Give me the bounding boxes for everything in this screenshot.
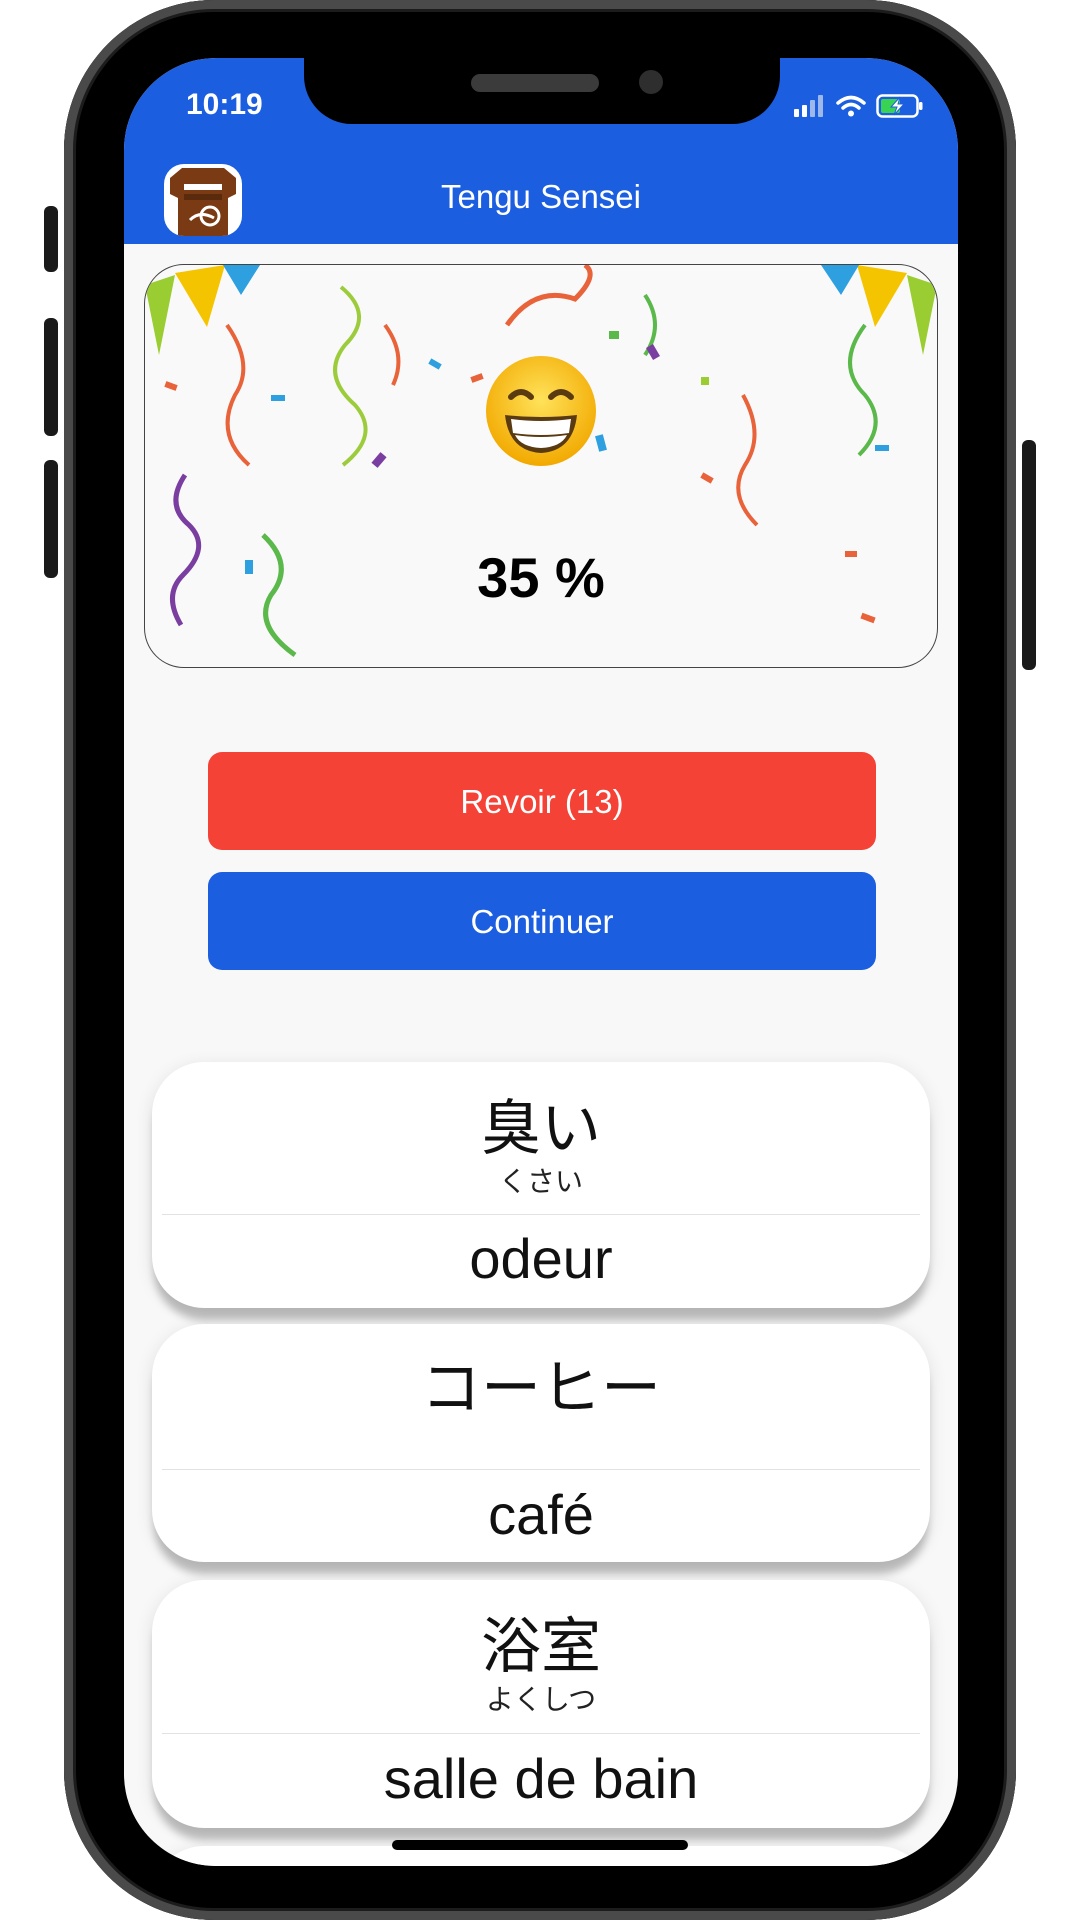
word-reading: くさい [498,1165,583,1198]
result-card: 35 % [144,264,938,668]
phone-volume-down-button [44,460,58,578]
status-icons [794,94,924,118]
word-card[interactable]: 浴室 よくしつ salle de bain [152,1580,930,1828]
score-percentage: 35 % [477,546,605,609]
word-card[interactable]: 臭い くさい odeur [152,1062,930,1308]
card-divider [162,1214,920,1215]
battery-charging-icon [876,94,923,118]
word-translation: café [488,1483,594,1546]
phone-power-button [1022,440,1036,670]
word-card[interactable]: コーヒー café [152,1324,930,1562]
continue-button[interactable]: Continuer [208,872,876,970]
card-divider [162,1469,920,1470]
app-screen: 10:19 Tengu Sensei 35 % Revoir (13) Cont… [124,58,958,1866]
review-button[interactable]: Revoir (13) [208,752,876,850]
grinning-face-emoji [486,356,596,466]
word-japanese: 臭い [481,1094,601,1164]
home-indicator[interactable] [392,1840,688,1850]
app-title: Tengu Sensei [441,178,641,215]
front-camera [639,70,663,94]
word-japanese: コーヒー [421,1354,661,1424]
speaker-grille [471,74,599,92]
phone-side-button [44,206,58,272]
status-time: 10:19 [186,88,263,121]
word-translation: salle de bain [383,1747,699,1810]
wifi-icon [836,95,866,117]
signal-icon [794,95,823,117]
card-divider [162,1733,920,1734]
phone-volume-up-button [44,318,58,436]
phone-notch [304,58,780,124]
word-reading: よくしつ [485,1683,597,1716]
word-translation: odeur [469,1227,613,1290]
word-japanese: 浴室 [481,1612,601,1682]
